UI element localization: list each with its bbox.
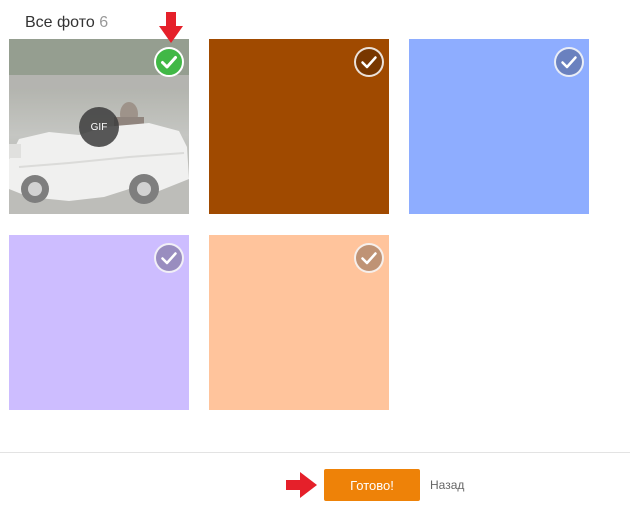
checkmark-icon bbox=[161, 56, 177, 69]
photo-tile-blue[interactable] bbox=[409, 39, 589, 214]
selected-check-button[interactable] bbox=[154, 47, 184, 77]
red-arrow-right-icon bbox=[286, 472, 317, 498]
album-header: Все фото 6 bbox=[25, 14, 108, 32]
photo-count: 6 bbox=[99, 14, 109, 31]
photo-tile-lavender[interactable] bbox=[9, 235, 189, 410]
gif-badge: GIF bbox=[79, 107, 119, 147]
album-title: Все фото bbox=[25, 14, 95, 31]
photo-tile-gif[interactable]: GIF bbox=[9, 39, 189, 214]
checkmark-icon bbox=[561, 56, 577, 69]
select-check-button[interactable] bbox=[554, 47, 584, 77]
photo-tile-peach[interactable] bbox=[209, 235, 389, 410]
checkmark-icon bbox=[161, 252, 177, 265]
photo-tile-brown[interactable] bbox=[209, 39, 389, 214]
done-button[interactable]: Готово! bbox=[324, 469, 420, 501]
footer-divider bbox=[0, 452, 630, 453]
select-check-button[interactable] bbox=[154, 243, 184, 273]
checkmark-icon bbox=[361, 56, 377, 69]
red-arrow-down-icon bbox=[159, 12, 183, 43]
select-check-button[interactable] bbox=[354, 47, 384, 77]
checkmark-icon bbox=[361, 252, 377, 265]
back-link[interactable]: Назад bbox=[430, 478, 464, 492]
select-check-button[interactable] bbox=[354, 243, 384, 273]
